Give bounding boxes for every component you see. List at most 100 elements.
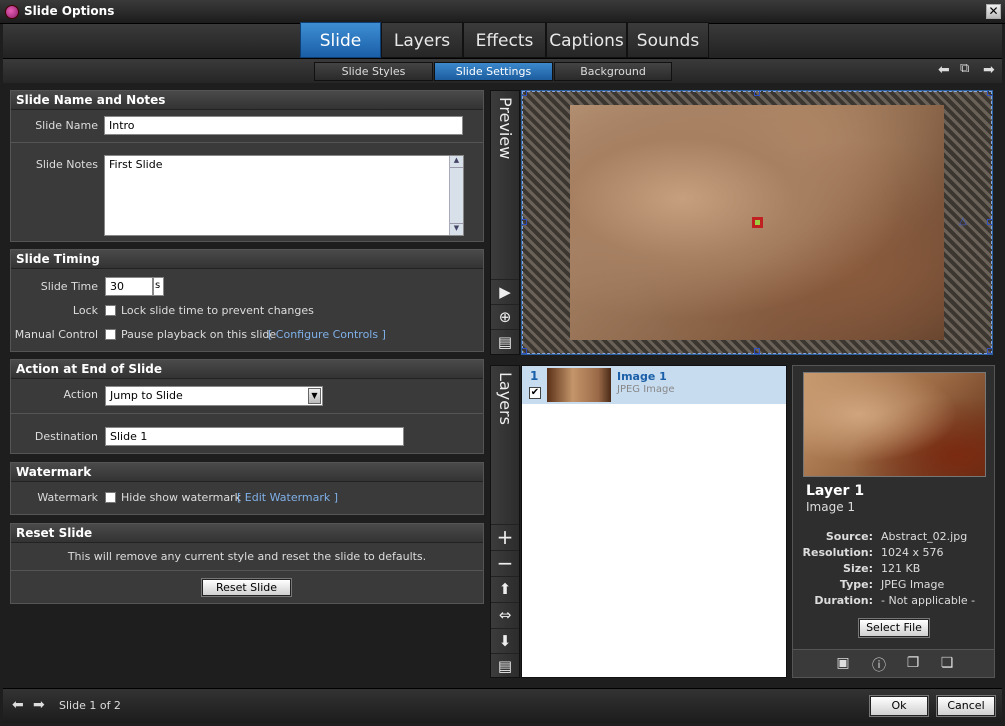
- center-point-icon[interactable]: [752, 217, 763, 228]
- panel-name-notes: Slide Name and Notes Slide Name Intro Sl…: [10, 90, 484, 242]
- watermark-label: Watermark: [37, 491, 98, 504]
- slide-time-label: Slide Time: [40, 280, 98, 293]
- swap-icon[interactable]: ⇔: [491, 602, 519, 626]
- slide-counter: Slide 1 of 2: [59, 699, 121, 712]
- size-value: 121 KB: [881, 562, 921, 575]
- layer-info-subtitle: Image 1: [806, 500, 856, 514]
- tab-effects[interactable]: Effects: [463, 22, 546, 58]
- slide-time-input[interactable]: 30: [105, 277, 153, 296]
- paste-icon[interactable]: ❏: [937, 655, 957, 673]
- resize-handle[interactable]: [987, 91, 992, 96]
- resize-handle[interactable]: [522, 91, 527, 96]
- source-label: Source:: [825, 530, 873, 543]
- section-title: Watermark: [11, 463, 483, 482]
- manual-control-text: Pause playback on this slide: [121, 328, 277, 341]
- section-title: Slide Timing: [11, 250, 483, 269]
- layer-number: 1: [530, 369, 539, 383]
- scroll-up-icon[interactable]: ▲: [450, 156, 463, 168]
- resolution-value: 1024 x 576: [881, 546, 944, 559]
- manual-control-label: Manual Control: [14, 328, 98, 341]
- manual-control-checkbox[interactable]: [105, 329, 116, 340]
- slide-preview[interactable]: △: [521, 90, 993, 355]
- layer-type: JPEG Image: [617, 384, 675, 395]
- resize-handle[interactable]: [754, 348, 760, 354]
- layer-visible-checkbox[interactable]: ✔: [529, 387, 541, 399]
- panel-watermark: Watermark Watermark Hide show watermark …: [10, 462, 484, 515]
- slide-notes-textarea[interactable]: First Slide ▲ ▼: [104, 155, 464, 236]
- file-info-icon[interactable]: ⓘ: [869, 655, 889, 674]
- arrow-left-icon[interactable]: ⬅: [938, 62, 950, 78]
- edit-watermark-link[interactable]: [ Edit Watermark ]: [237, 491, 338, 504]
- close-button[interactable]: ✕: [986, 4, 1001, 19]
- lock-checkbox[interactable]: [105, 305, 116, 316]
- destination-input[interactable]: Slide 1: [105, 427, 404, 446]
- action-label: Action: [63, 388, 98, 401]
- layer-info-toolbar: ▣ ⓘ ❐ ❏: [793, 649, 994, 677]
- play-icon[interactable]: ▶: [491, 279, 519, 303]
- scroll-down-icon[interactable]: ▼: [450, 223, 463, 235]
- ok-button[interactable]: Ok: [869, 695, 929, 717]
- window-title: Slide Options: [24, 4, 115, 18]
- arrow-right-icon[interactable]: ➡: [983, 62, 995, 78]
- slide-name-input[interactable]: Intro: [104, 116, 463, 135]
- panel-action: Action at End of Slide Action Jump to Sl…: [10, 359, 484, 454]
- select-file-button[interactable]: Select File: [858, 618, 930, 638]
- preview-label: Preview: [496, 97, 515, 160]
- copy-icon[interactable]: ❐: [903, 655, 923, 673]
- cancel-button[interactable]: Cancel: [936, 695, 996, 717]
- tab-background[interactable]: Background: [554, 62, 672, 81]
- resize-handle[interactable]: [987, 348, 992, 354]
- layer-info-thumbnail: [803, 372, 986, 477]
- reset-message: This will remove any current style and r…: [67, 550, 427, 563]
- source-value: Abstract_02.jpg: [881, 530, 968, 543]
- action-select[interactable]: Jump to Slide ▼: [105, 386, 323, 406]
- panel-reset: Reset Slide This will remove any current…: [10, 523, 484, 604]
- app-logo-icon: [5, 5, 19, 19]
- edit-image-icon[interactable]: ▣: [833, 655, 853, 673]
- type-value: JPEG Image: [881, 578, 945, 591]
- add-layer-icon[interactable]: +: [491, 524, 519, 549]
- layers-label: Layers: [496, 372, 515, 425]
- zoom-icon[interactable]: ⊕: [491, 304, 519, 328]
- section-title: Reset Slide: [11, 524, 483, 543]
- title-bar: [0, 0, 1005, 24]
- resize-handle[interactable]: [522, 348, 527, 354]
- tab-slide-styles[interactable]: Slide Styles: [314, 62, 433, 81]
- scrollbar[interactable]: ▲ ▼: [449, 156, 463, 235]
- popout-icon[interactable]: ⧉: [960, 61, 969, 76]
- tab-sounds[interactable]: Sounds: [627, 22, 709, 58]
- tab-layers[interactable]: Layers: [381, 22, 463, 58]
- list-item[interactable]: 1 ✔ Image 1 JPEG Image: [522, 366, 786, 404]
- layer-thumbnail: [547, 368, 611, 402]
- move-up-icon[interactable]: ⬆: [491, 576, 519, 600]
- resize-handle[interactable]: [987, 219, 992, 225]
- rotate-handle-icon[interactable]: △: [959, 216, 967, 227]
- chevron-down-icon[interactable]: ▼: [308, 388, 321, 404]
- panel-slide-timing: Slide Timing Slide Time 30 s Lock Lock s…: [10, 249, 484, 352]
- remove-layer-icon[interactable]: −: [491, 550, 519, 575]
- watermark-checkbox[interactable]: [105, 492, 116, 503]
- destination-label: Destination: [34, 430, 98, 443]
- next-slide-icon[interactable]: ➡: [33, 697, 45, 713]
- slide-time-unit: s: [153, 277, 164, 296]
- tab-slide[interactable]: Slide: [300, 22, 381, 58]
- duration-label: Duration:: [814, 594, 873, 607]
- tab-slide-settings[interactable]: Slide Settings: [434, 62, 553, 81]
- resize-handle[interactable]: [522, 219, 527, 225]
- tab-captions[interactable]: Captions: [546, 22, 627, 58]
- footer-bar: ⬅ ➡ Slide 1 of 2 Ok Cancel: [3, 688, 1002, 723]
- select-tool-icon[interactable]: ▤: [491, 329, 519, 353]
- slide-notes-label: Slide Notes: [35, 158, 98, 171]
- resize-handle[interactable]: [754, 91, 760, 96]
- reset-slide-button[interactable]: Reset Slide: [201, 578, 292, 597]
- move-down-icon[interactable]: ⬇: [491, 628, 519, 652]
- layer-info-panel: Layer 1 Image 1 Source: Abstract_02.jpg …: [792, 365, 995, 678]
- layer-select-icon[interactable]: ▤: [491, 653, 519, 677]
- divider: [11, 570, 483, 571]
- section-title: Slide Name and Notes: [11, 91, 483, 110]
- configure-controls-link[interactable]: [ Configure Controls ]: [268, 328, 386, 341]
- divider: [11, 142, 483, 143]
- prev-slide-icon[interactable]: ⬅: [12, 697, 24, 713]
- layer-name: Image 1: [617, 370, 667, 383]
- layers-toolbar: Layers + − ⬆ ⇔ ⬇ ▤: [490, 365, 520, 678]
